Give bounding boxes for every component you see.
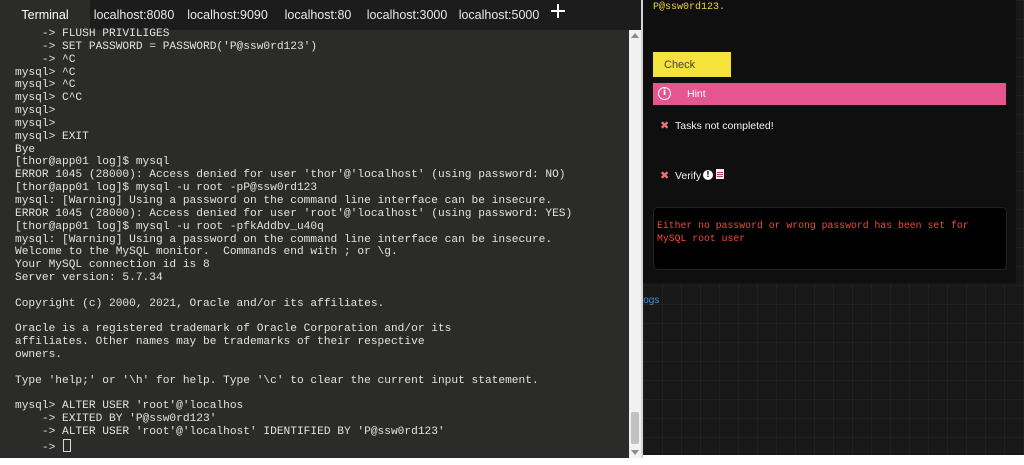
terminal-line: mysql> ^C bbox=[15, 79, 76, 92]
cross-icon: ✖ bbox=[660, 169, 670, 182]
tab-bar: Terminal localhost:8080 localhost:9090 l… bbox=[0, 0, 641, 30]
terminal-line: -> ALTER USER 'root'@'localhost' IDENTIF… bbox=[15, 426, 445, 439]
tab-localhost-3000[interactable]: localhost:3000 bbox=[358, 0, 456, 30]
error-message: Either no password or wrong password has… bbox=[657, 220, 969, 244]
terminal-line: -> ^C bbox=[15, 53, 76, 66]
terminal-line: Type 'help;' or '\h' for help. Type '\c'… bbox=[15, 374, 539, 387]
tab-terminal[interactable]: Terminal bbox=[0, 0, 90, 30]
scroll-up-arrow-icon[interactable] bbox=[631, 33, 639, 38]
terminal-line: owners. bbox=[15, 349, 62, 362]
terminal-line: Welcome to the MySQL monitor. Commands e… bbox=[15, 246, 398, 259]
command-fragment: P@ssw0rd123. bbox=[653, 2, 726, 13]
verify-label: Verify bbox=[675, 170, 702, 182]
task-panel: P@ssw0rd123. Check i Hint ✖ Tasks not co… bbox=[643, 0, 1024, 455]
terminal-line: [thor@app01 log]$ mysql -u root -pP@ssw0… bbox=[15, 182, 318, 195]
terminal-line: ERROR 1045 (28000): Access denied for us… bbox=[15, 207, 573, 220]
terminal-line: Server version: 5.7.34 bbox=[15, 272, 163, 285]
terminal-line: mysql> ALTER USER 'root'@'localhos bbox=[15, 400, 244, 413]
terminal-line: mysql> ^C bbox=[15, 66, 76, 79]
hint-label: Hint bbox=[687, 88, 706, 100]
document-icon[interactable] bbox=[716, 169, 724, 179]
cross-icon: ✖ bbox=[660, 119, 670, 132]
terminal-output[interactable]: -> FLUSH PRIVILIGES -> SET PASSWORD = PA… bbox=[15, 28, 625, 455]
logs-link[interactable]: logs bbox=[643, 295, 659, 306]
scrollbar-thumb[interactable] bbox=[631, 412, 639, 444]
hint-button[interactable]: i Hint bbox=[653, 83, 1006, 105]
plus-icon[interactable] bbox=[551, 4, 565, 18]
terminal-line: mysql> bbox=[15, 105, 56, 118]
terminal-line: [thor@app01 log]$ mysql bbox=[15, 156, 170, 169]
terminal-line: -> EXITED BY 'P@ssw0rd123' bbox=[15, 413, 217, 426]
info-circle-icon: i bbox=[658, 87, 671, 100]
terminal-line: Copyright (c) 2000, 2021, Oracle and/or … bbox=[15, 297, 385, 310]
terminal-line: Your MySQL connection id is 8 bbox=[15, 259, 210, 272]
terminal-pane: Terminal localhost:8080 localhost:9090 l… bbox=[0, 0, 641, 458]
check-button[interactable]: Check bbox=[653, 52, 731, 77]
tab-localhost-8080[interactable]: localhost:8080 bbox=[90, 0, 178, 30]
terminal-cursor bbox=[63, 439, 71, 452]
tab-localhost-5000[interactable]: localhost:5000 bbox=[456, 0, 542, 30]
verification-error-box: Either no password or wrong password has… bbox=[653, 207, 1007, 270]
terminal-line: -> FLUSH PRIVILIGES bbox=[15, 28, 170, 40]
terminal-line: Bye bbox=[15, 143, 36, 156]
tab-localhost-9090[interactable]: localhost:9090 bbox=[180, 0, 275, 30]
warning-circle-icon[interactable]: ! bbox=[703, 170, 713, 180]
terminal-line: mysql: [Warning] Using a password on the… bbox=[15, 194, 553, 207]
terminal-line: ERROR 1045 (28000): Access denied for us… bbox=[15, 169, 566, 182]
terminal-line: mysql> C^C bbox=[15, 92, 83, 105]
terminal-line: Oracle is a registered trademark of Orac… bbox=[15, 323, 452, 336]
terminal-scrollbar[interactable] bbox=[629, 30, 641, 458]
terminal-line: mysql: [Warning] Using a password on the… bbox=[15, 233, 553, 246]
terminal-prompt: -> bbox=[15, 442, 62, 454]
tasks-status-text: Tasks not completed! bbox=[675, 120, 774, 132]
task-card: P@ssw0rd123. Check i Hint ✖ Tasks not co… bbox=[643, 0, 1016, 283]
terminal-line: mysql> bbox=[15, 117, 56, 130]
terminal-line: affiliates. Other names may be trademark… bbox=[15, 336, 425, 349]
terminal-line: [thor@app01 log]$ mysql -u root -pfkAddb… bbox=[15, 220, 324, 233]
scroll-down-arrow-icon[interactable] bbox=[631, 450, 639, 455]
terminal-line: -> SET PASSWORD = PASSWORD('P@ssw0rd123'… bbox=[15, 40, 318, 53]
tab-localhost-80[interactable]: localhost:80 bbox=[278, 0, 358, 30]
terminal-line: mysql> EXIT bbox=[15, 130, 89, 143]
